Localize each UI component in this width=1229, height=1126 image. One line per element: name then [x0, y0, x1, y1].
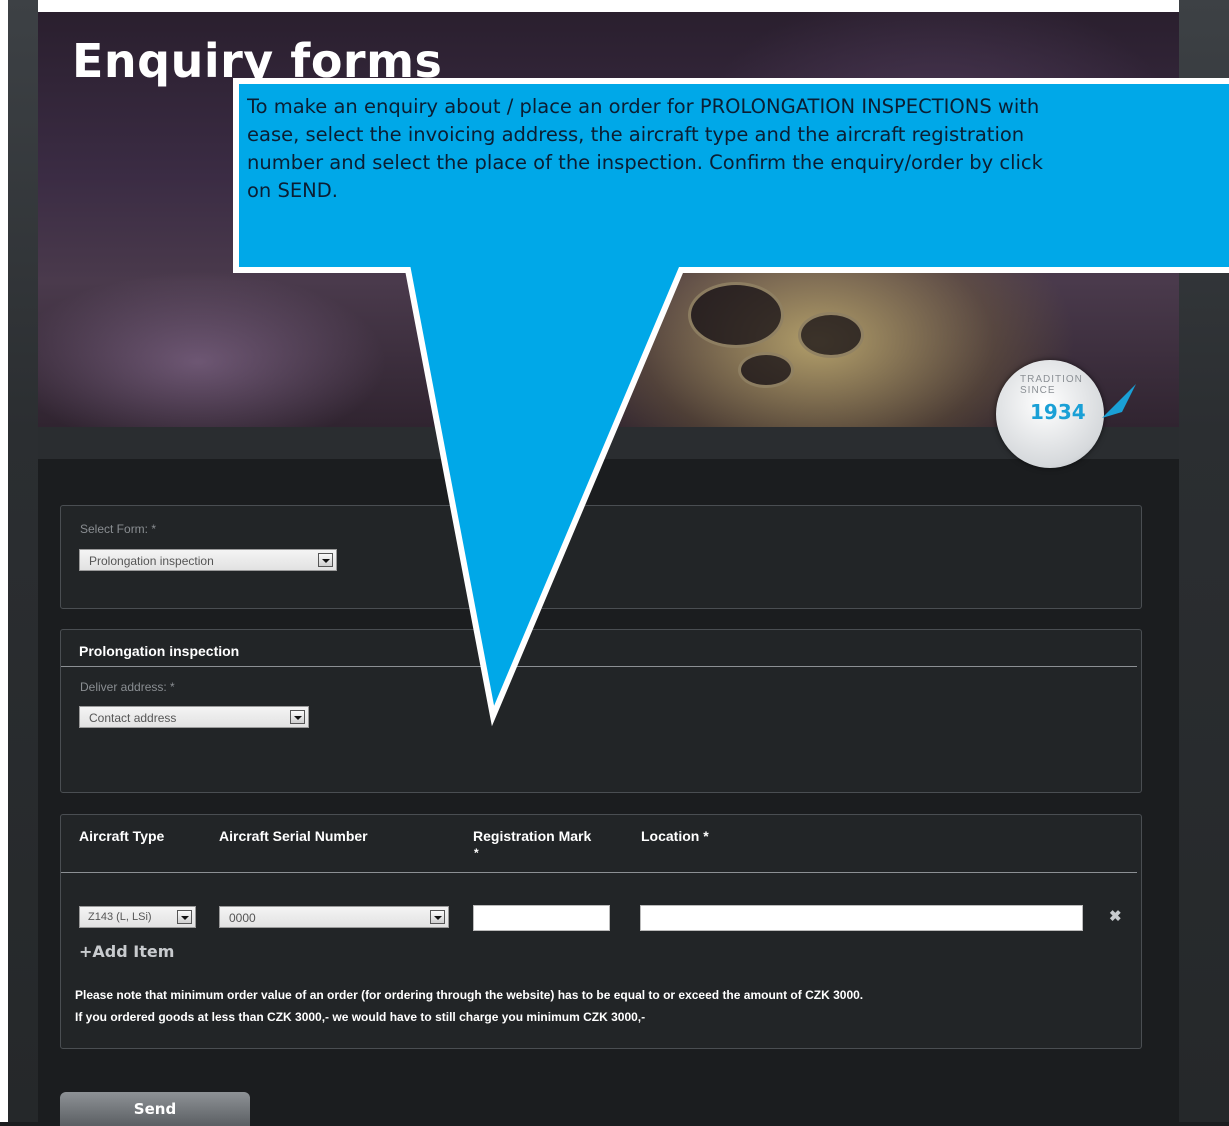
callout-text: To make an enquiry about / place an orde…	[247, 93, 1229, 263]
callout-line: number and select the place of the inspe…	[247, 151, 1043, 174]
callout-line: To make an enquiry about / place an orde…	[247, 95, 1040, 118]
callout-line: on SEND.	[247, 179, 338, 202]
callout-line: ease, select the invoicing address, the …	[247, 123, 1025, 146]
